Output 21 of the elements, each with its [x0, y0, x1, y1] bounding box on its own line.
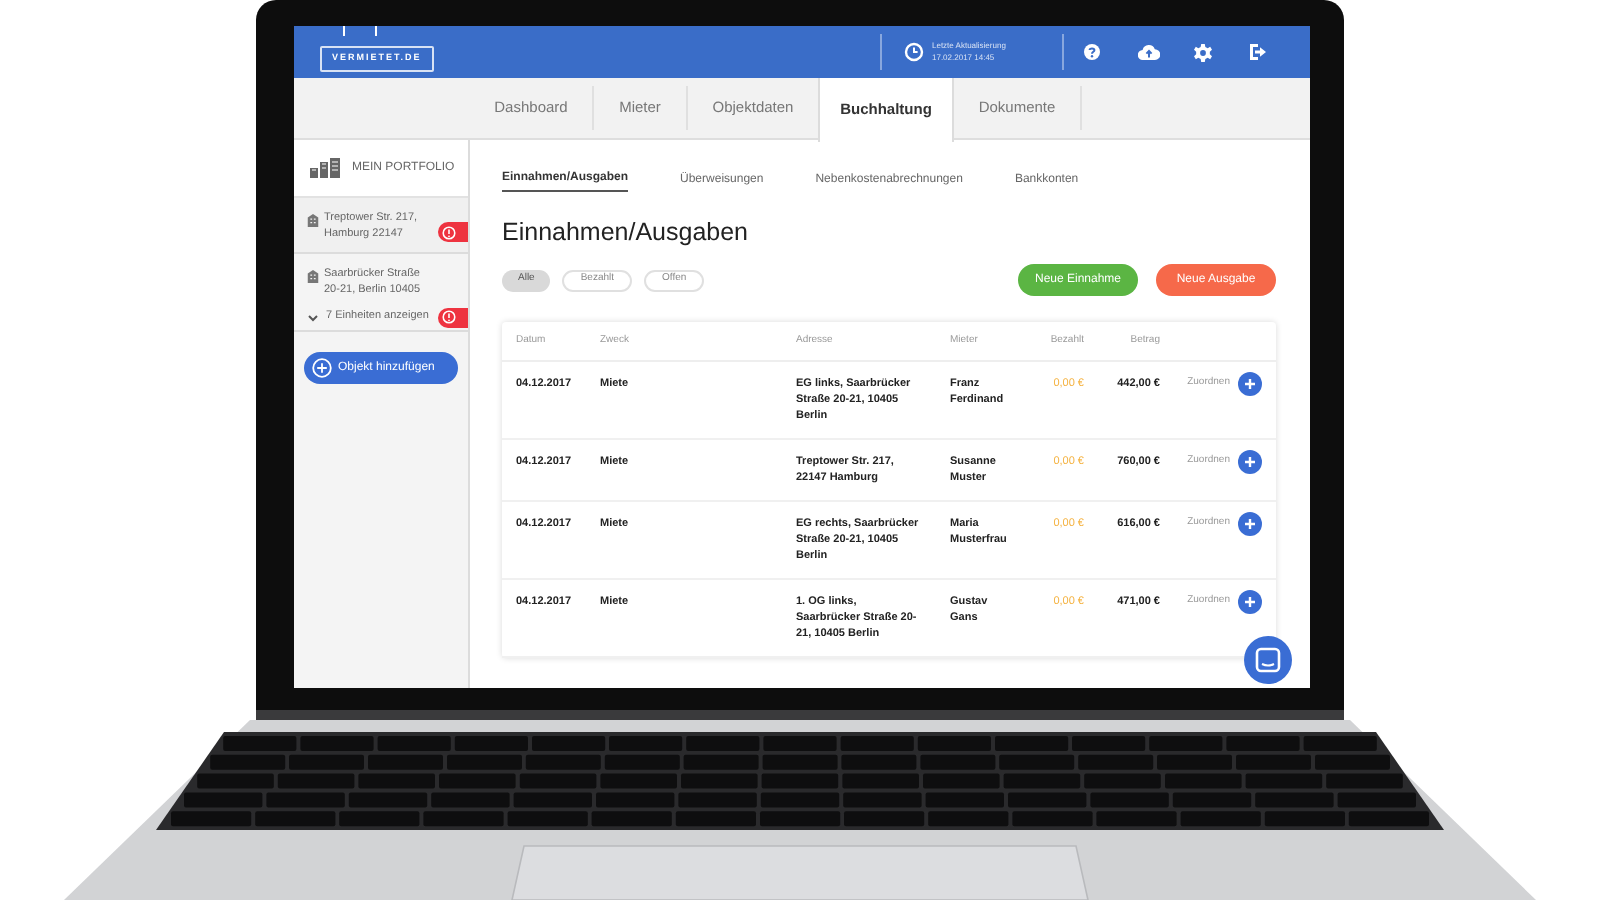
buildings-icon: [310, 158, 340, 178]
plus-icon: [1244, 456, 1256, 468]
logout-icon[interactable]: [1248, 44, 1266, 60]
building-icon: [306, 212, 320, 228]
add-button[interactable]: [1238, 512, 1262, 536]
plus-icon: [1244, 378, 1256, 390]
add-button[interactable]: [1238, 372, 1262, 396]
chat-icon[interactable]: [1244, 636, 1292, 684]
logo-lines-icon: [342, 26, 378, 36]
chevron-icon[interactable]: [308, 313, 318, 321]
settings-icon[interactable]: [1194, 43, 1212, 61]
plus-icon: [312, 358, 332, 378]
plus-icon: [1244, 596, 1256, 608]
add-button[interactable]: [1238, 450, 1262, 474]
add-button[interactable]: [1238, 590, 1262, 614]
building-icon: [306, 268, 320, 284]
help-icon[interactable]: [1084, 44, 1100, 60]
clock-icon: [904, 42, 924, 62]
plus-icon: [1244, 518, 1256, 530]
page-heading: Einnahmen/Ausgaben: [502, 216, 751, 248]
cloud-upload-icon[interactable]: [1138, 44, 1160, 60]
